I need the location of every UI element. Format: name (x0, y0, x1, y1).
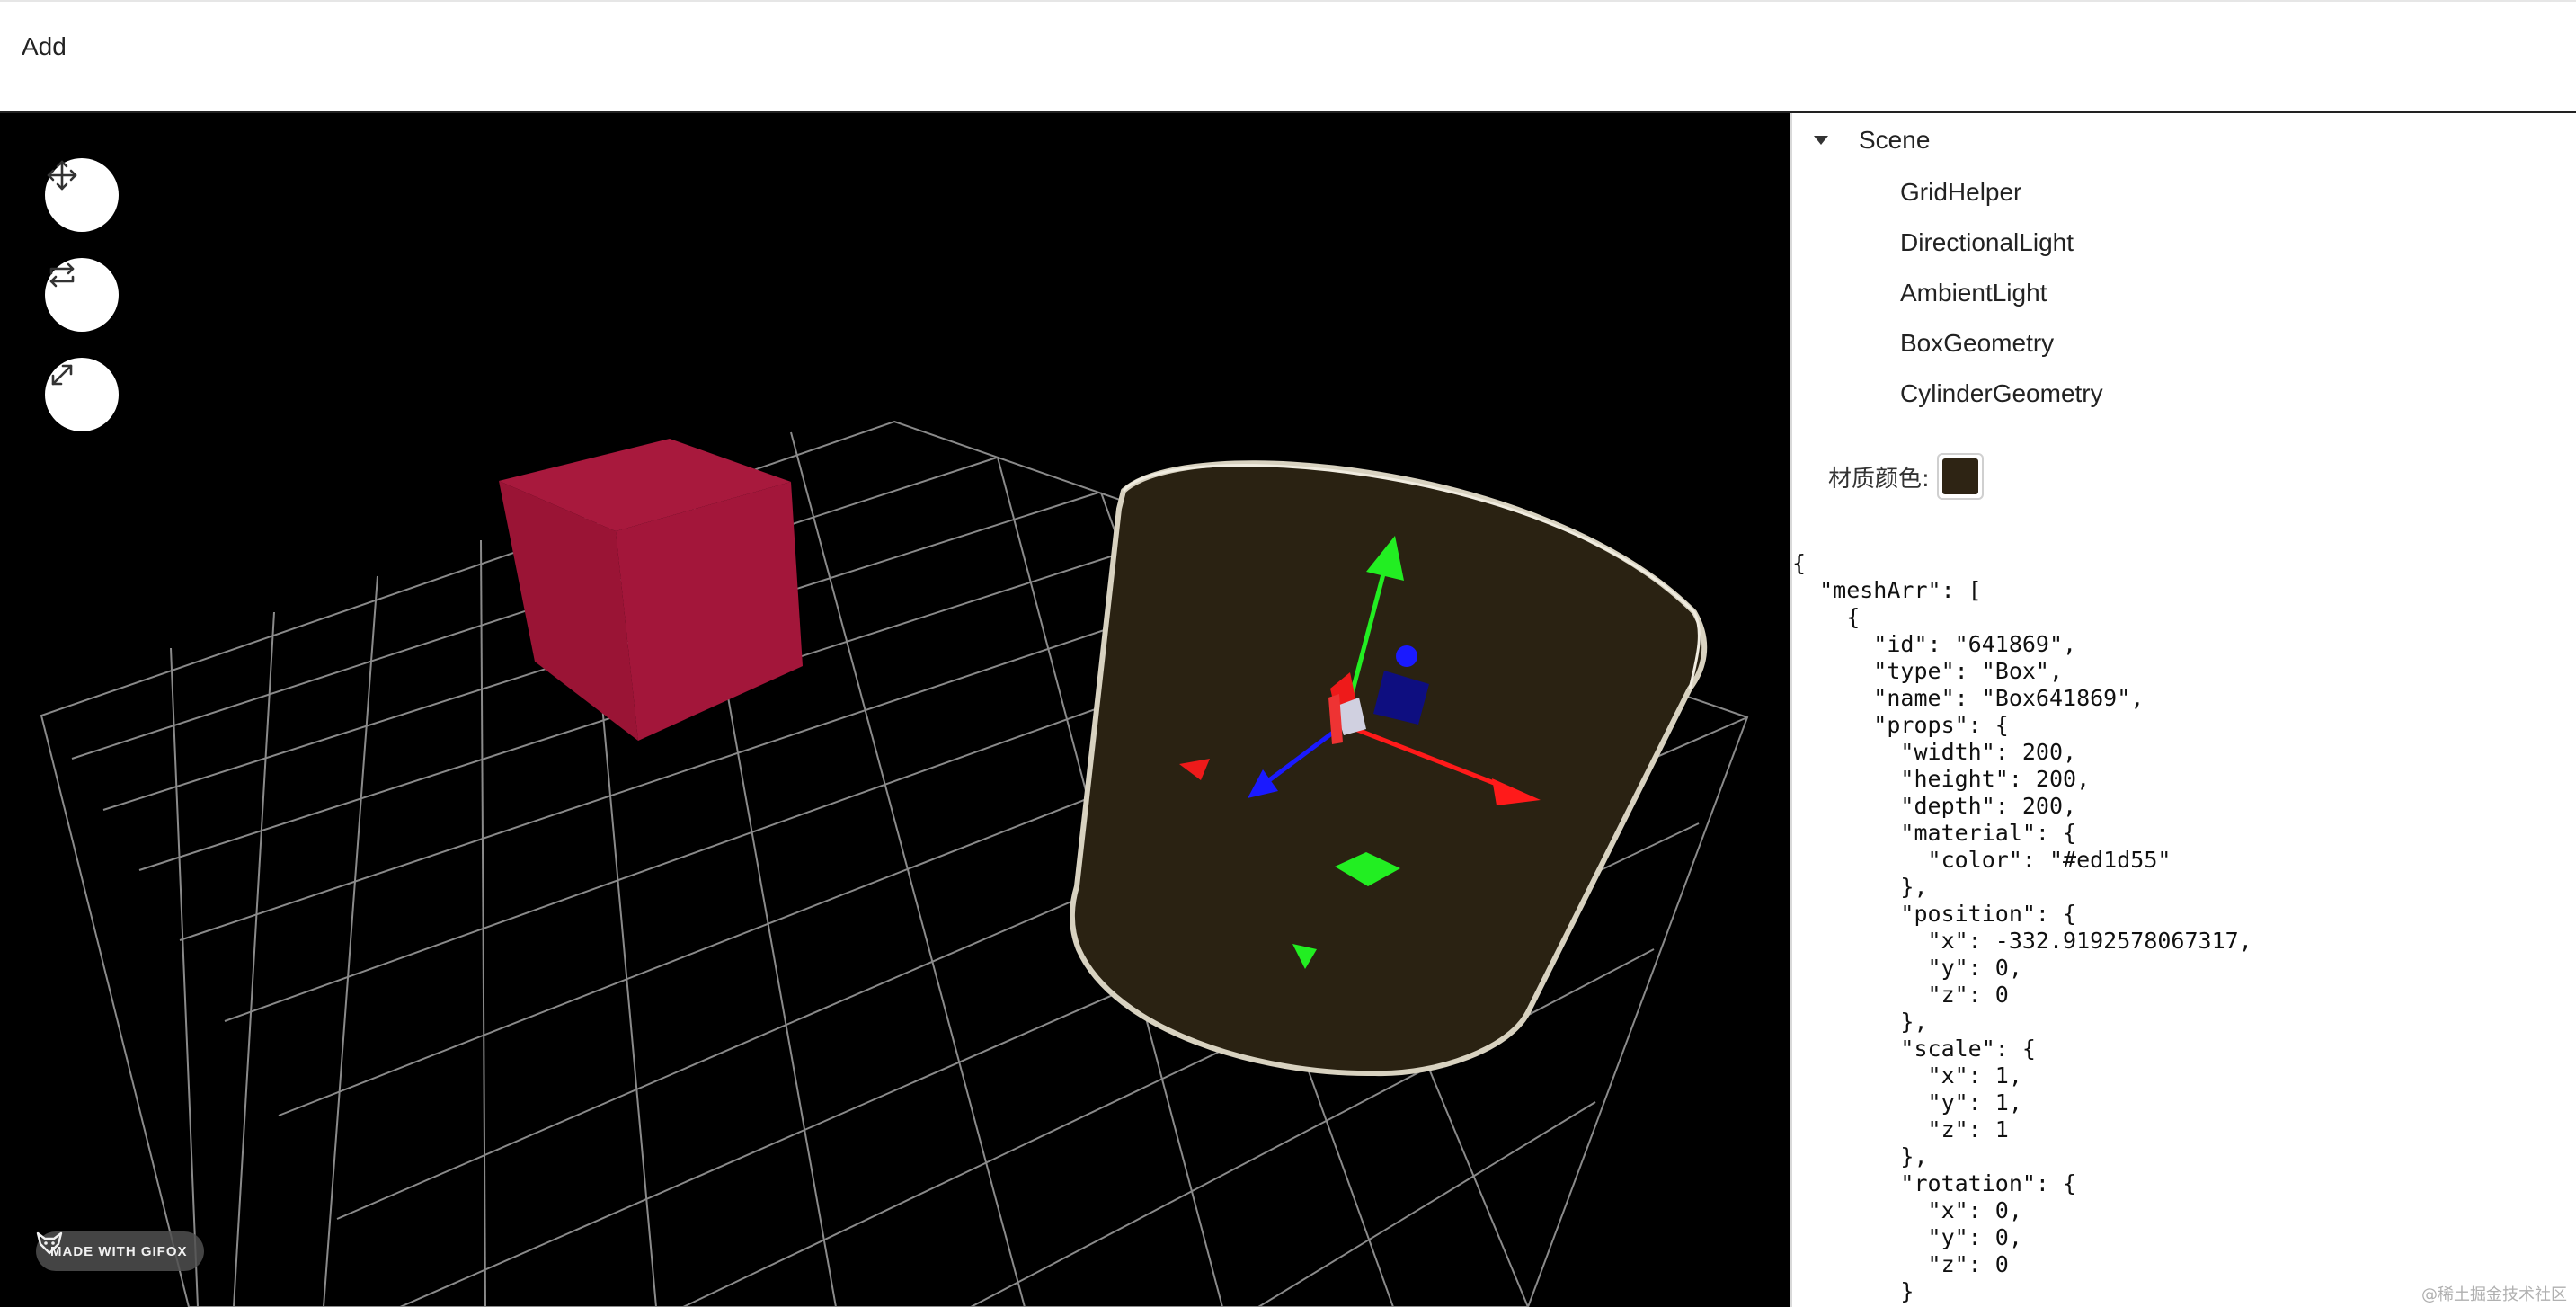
tree-node-scene[interactable]: Scene (1805, 122, 1930, 158)
box-geometry[interactable] (499, 439, 803, 741)
tree-item-directionallight[interactable]: DirectionalLight (1900, 218, 2103, 268)
caret-down-icon[interactable] (1814, 136, 1828, 145)
tree-item-ambientlight[interactable]: AmbientLight (1900, 268, 2103, 318)
scene-viewport[interactable]: MADE WITH GIFOX (0, 113, 1790, 1307)
tree-item-boxgeometry[interactable]: BoxGeometry (1900, 318, 2103, 369)
material-color-picker[interactable] (1936, 453, 1984, 500)
rotate-mode-button[interactable] (45, 258, 119, 332)
material-color-preview (1941, 458, 1978, 494)
tree-item-gridhelper[interactable]: GridHelper (1900, 167, 2103, 218)
scene-canvas[interactable] (0, 113, 1790, 1307)
top-menu-bar: Add (0, 0, 2576, 113)
tree-root-label: Scene (1859, 126, 1931, 154)
properties-sidebar: Scene GridHelper DirectionalLight Ambien… (1790, 113, 2576, 1307)
translate-mode-button[interactable] (45, 158, 119, 232)
gifox-badge-text: MADE WITH GIFOX (50, 1243, 188, 1259)
gifox-badge: MADE WITH GIFOX (36, 1231, 204, 1271)
scale-mode-button[interactable] (45, 358, 119, 431)
tree-item-cylindergeometry[interactable]: CylinderGeometry (1900, 369, 2103, 419)
add-menu[interactable]: Add (22, 32, 67, 61)
material-color-row: 材质颜色: (1828, 453, 1984, 500)
expand-diagonal-icon (51, 364, 73, 386)
scene-json-view: { "meshArr": [ { "id": "641869", "type":… (1792, 550, 2252, 1304)
watermark: @稀土掘金技术社区 (2421, 1285, 2567, 1304)
material-color-label: 材质颜色: (1828, 465, 1930, 493)
gifox-fox-icon (36, 1231, 63, 1255)
move-arrows-icon (47, 160, 77, 191)
repeat-arrows-icon (49, 262, 75, 288)
scene-tree-children: GridHelper DirectionalLight AmbientLight… (1900, 167, 2103, 419)
